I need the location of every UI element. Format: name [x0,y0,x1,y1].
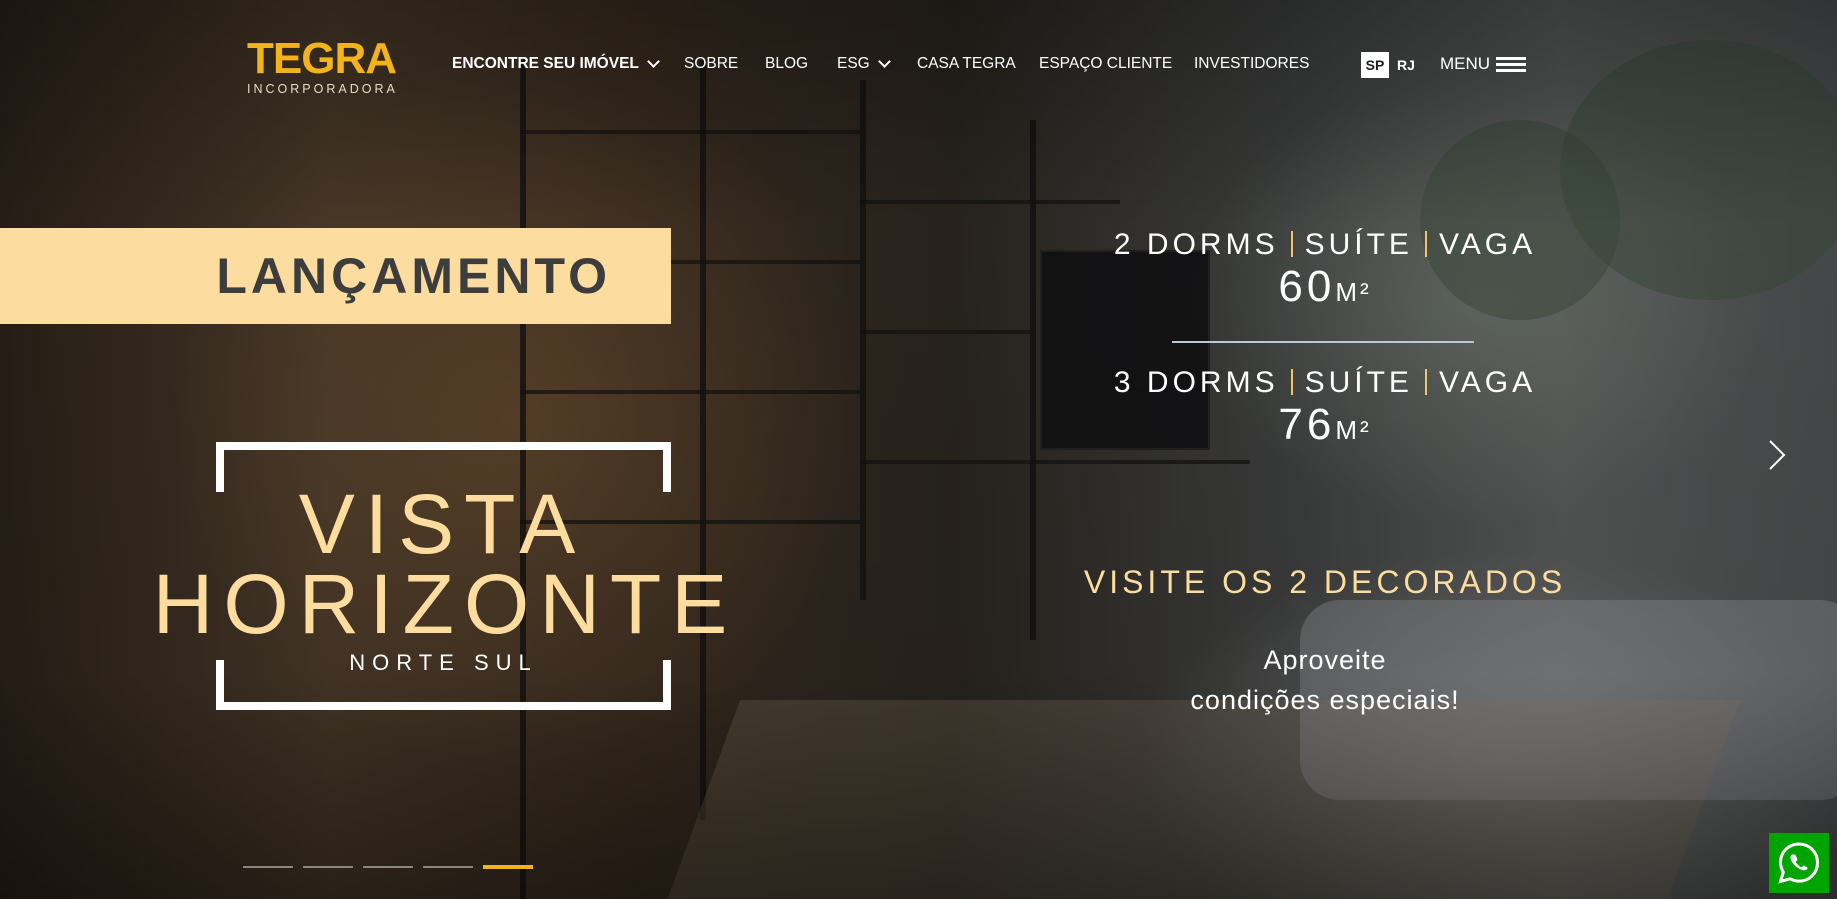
carousel-indicator[interactable] [243,866,293,868]
menu-button[interactable]: MENU [1440,54,1527,74]
unit-spec-1: 2 DORMS SUÍTE VAGA 60M² [1060,228,1590,312]
carousel-indicator[interactable] [363,866,413,868]
launch-badge-text: LANÇAMENTO [216,248,611,304]
feature-dorms: 3 DORMS [1113,366,1279,399]
promo-text: Aproveite condições especiais! [1060,640,1590,720]
chevron-down-icon [877,55,891,68]
unit-features: 2 DORMS SUÍTE VAGA [1060,228,1590,262]
spec-divider [1172,341,1474,343]
feature-suite: SUÍTE [1304,228,1413,261]
project-subtitle: NORTE SUL [349,650,538,675]
visit-headline: VISITE OS 2 DECORADOS [1083,564,1567,600]
unit-spec-2: 3 DORMS SUÍTE VAGA 76M² [1060,366,1590,450]
nav-encontre-seu-imovel[interactable]: ENCONTRE SEU IMÓVEL [452,55,660,73]
nav-label: ENCONTRE SEU IMÓVEL [452,55,639,72]
unit-area: 76M² [1060,400,1590,450]
nav-espaco-cliente[interactable]: ESPAÇO CLIENTE [1039,55,1172,73]
nav-label: ESG [837,55,870,72]
logo-wordmark: TEGRA [247,34,397,83]
separator [1290,231,1293,257]
area-value: 60 [1278,262,1336,311]
separator [1424,369,1427,395]
menu-label: MENU [1440,54,1491,73]
area-unit: M² [1335,277,1372,307]
site-header: TEGRA INCORPORADORA ENCONTRE SEU IMÓVEL … [0,0,1837,130]
carousel-indicator[interactable] [423,866,473,868]
nav-sobre[interactable]: SOBRE [684,55,738,73]
logo-tagline: INCORPORADORA [247,82,398,96]
unit-features: 3 DORMS SUÍTE VAGA [1060,366,1590,400]
nav-esg[interactable]: ESG [837,55,891,73]
nav-label: BLOG [765,55,809,72]
feature-vaga: VAGA [1438,228,1537,261]
launch-badge: LANÇAMENTO [0,228,671,324]
nav-label: CASA TEGRA [917,55,1016,72]
chevron-right-icon [1769,440,1786,470]
chevron-down-icon [647,55,660,68]
feature-vaga: VAGA [1438,366,1537,399]
carousel-indicator-active[interactable] [483,865,533,869]
whatsapp-icon [1778,842,1820,884]
nav-label: SOBRE [684,55,739,72]
area-unit: M² [1335,415,1372,445]
feature-dorms: 2 DORMS [1113,228,1279,261]
region-sp-toggle[interactable]: SP [1361,52,1389,78]
nav-label: INVESTIDORES [1194,55,1310,72]
project-name-line2: HORIZONTE [152,557,738,651]
unit-area: 60M² [1060,262,1590,312]
brand-logo[interactable]: TEGRA INCORPORADORA [247,34,402,97]
carousel-next-button[interactable] [1766,438,1788,472]
whatsapp-button[interactable] [1769,833,1829,893]
nav-blog[interactable]: BLOG [765,55,808,73]
region-rj-toggle[interactable]: RJ [1392,52,1420,78]
nav-investidores[interactable]: INVESTIDORES [1194,55,1309,73]
nav-casa-tegra[interactable]: CASA TEGRA [917,55,1016,73]
nav-label: ESPAÇO CLIENTE [1039,55,1173,72]
carousel-indicator[interactable] [303,866,353,868]
separator [1424,231,1427,257]
hamburger-icon [1496,57,1527,72]
promo-line2: condições especiais! [1190,685,1460,715]
promo-line1: Aproveite [1263,645,1387,675]
feature-suite: SUÍTE [1304,366,1413,399]
separator [1290,369,1293,395]
area-value: 76 [1278,400,1336,449]
